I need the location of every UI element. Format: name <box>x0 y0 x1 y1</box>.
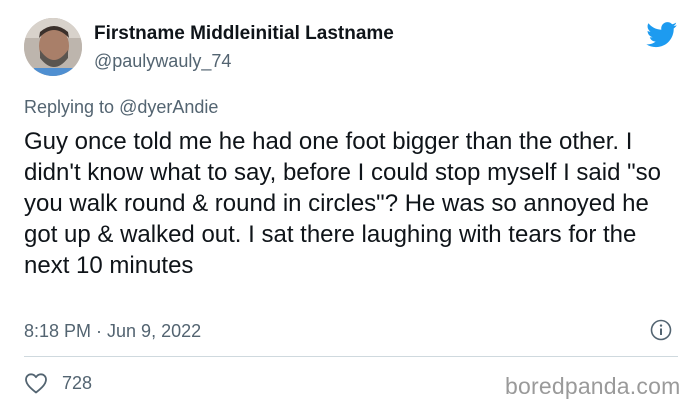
twitter-bird-icon[interactable] <box>646 22 678 48</box>
replying-to-line: Replying to @dyerAndie <box>24 97 218 118</box>
replying-to-handle[interactable]: @dyerAndie <box>119 97 218 117</box>
info-icon[interactable] <box>650 319 672 341</box>
tweet-text: Guy once told me he had one foot bigger … <box>24 128 661 279</box>
avatar[interactable] <box>24 18 82 76</box>
replying-prefix: Replying to <box>24 97 120 117</box>
tweet-timestamp[interactable]: 8:18 PM · Jun 9, 2022 <box>24 321 201 342</box>
divider <box>24 356 678 357</box>
watermark: boredpanda.com <box>505 373 681 399</box>
author-name[interactable]: Firstname Middleinitial Lastname <box>94 23 394 45</box>
heart-icon[interactable] <box>24 372 48 394</box>
author-handle[interactable]: @paulywauly_74 <box>94 51 231 72</box>
like-count: 728 <box>62 373 93 393</box>
